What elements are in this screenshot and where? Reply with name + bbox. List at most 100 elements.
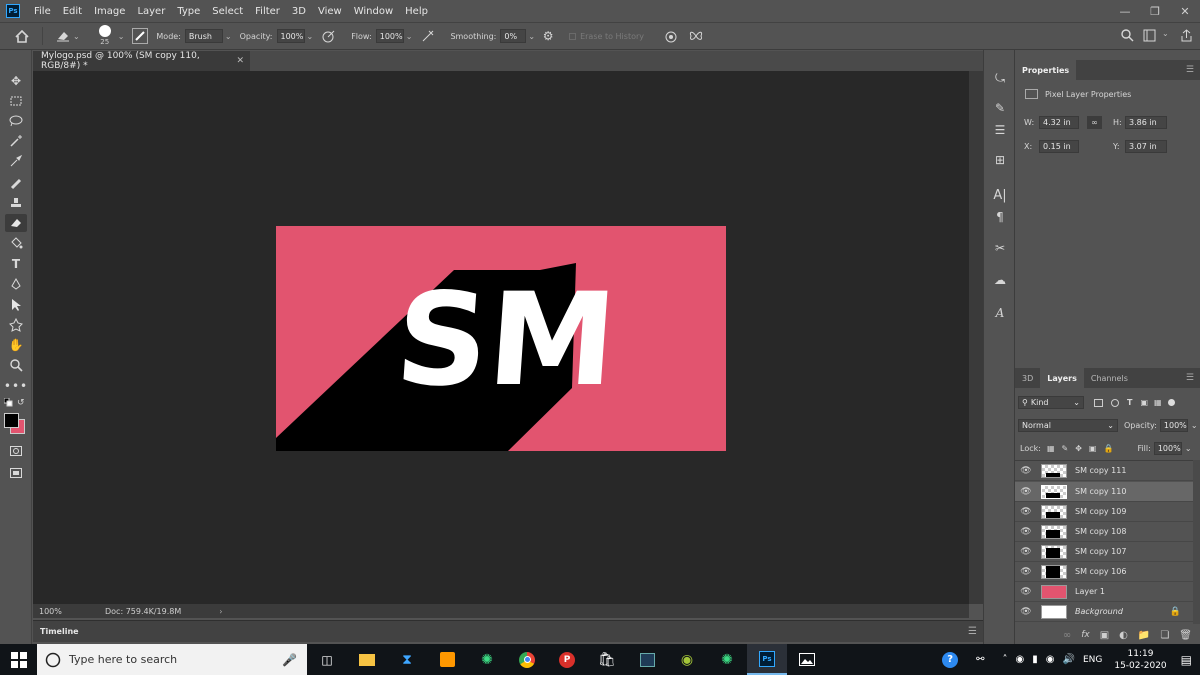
notifications-icon[interactable]: ▤ [1181,653,1192,667]
windows-start-icon[interactable] [0,644,37,675]
panel-menu-icon[interactable]: ☰ [968,626,977,637]
zoom-tool-icon[interactable] [5,356,27,374]
eye-icon[interactable]: 👁 [1015,487,1037,497]
chevron-down-icon[interactable]: ⌄ [225,32,232,41]
filter-toggle-icon[interactable] [1167,399,1175,406]
type-tool-icon[interactable]: T [5,255,27,273]
zoom-level[interactable]: 100% [39,607,103,616]
clone-stamp-tool-icon[interactable] [5,194,27,212]
layer-row[interactable]: 👁 SM copy 111 [1015,461,1193,481]
pressure-size-icon[interactable] [664,29,680,43]
quick-mask-icon[interactable] [5,442,27,460]
panel-menu-icon[interactable]: ☰ [1186,373,1194,383]
home-icon[interactable] [14,29,30,43]
menu-filter[interactable]: Filter [255,6,280,17]
sublime-text-icon[interactable] [427,644,467,675]
search-icon[interactable] [1121,29,1134,42]
battery-icon[interactable]: ▮ [1032,654,1038,665]
pressure-opacity-icon[interactable] [321,29,337,43]
wifi-icon[interactable]: ◉ [1046,654,1055,665]
healing-brush-tool-icon[interactable] [5,174,27,192]
menu-select[interactable]: Select [212,6,243,17]
eye-icon[interactable]: 👁 [1015,607,1037,617]
chevron-down-icon[interactable]: ⌄ [307,32,314,41]
eye-icon[interactable]: 👁 [1015,527,1037,537]
layer-row[interactable]: 👁 Layer 1 [1015,582,1193,602]
pen-tool-icon[interactable] [5,275,27,293]
hand-tool-icon[interactable]: ✋ [5,336,27,354]
chevron-up-icon[interactable]: ˄ [1003,654,1008,665]
chevron-down-icon[interactable]: ⌄ [406,32,413,41]
visual-studio-code-icon[interactable]: ⧗ [387,644,427,675]
lock-transparent-icon[interactable]: ▦ [1047,444,1055,453]
lock-image-icon[interactable]: ✎ [1062,444,1069,453]
eye-icon[interactable]: 👁 [1015,466,1037,476]
gear-icon[interactable]: ⚙ [541,29,555,43]
people-icon[interactable]: ⚯ [976,654,984,665]
chevron-down-icon[interactable]: ⌄ [118,32,125,41]
tab-3d[interactable]: 3D [1015,368,1040,388]
layer-row[interactable]: 👁 SM copy 108 [1015,522,1193,542]
eraser-tool-icon[interactable] [5,214,27,232]
android-icon[interactable]: ◉ [667,644,707,675]
new-layer-icon[interactable]: ❏ [1160,630,1169,641]
lasso-tool-icon[interactable] [5,112,27,130]
taskbar-search-box[interactable]: Type here to search 🎤 [37,644,307,675]
restore-icon[interactable]: ❐ [1140,0,1170,22]
height-field[interactable]: 3.86 in [1125,116,1167,129]
menu-image[interactable]: Image [94,6,125,17]
terminal-icon[interactable] [627,644,667,675]
menu-layer[interactable]: Layer [137,6,165,17]
eraser-tool-preset-icon[interactable] [55,30,71,42]
android-studio-2-icon[interactable]: ✺ [707,644,747,675]
layer-row[interactable]: 👁 SM copy 106 [1015,562,1193,582]
photoshop-taskbar-icon[interactable]: Ps [747,644,787,675]
screen-mode-icon[interactable] [5,464,27,482]
layer-row[interactable]: 👁 SM copy 107 [1015,542,1193,562]
android-studio-icon[interactable]: ✺ [467,644,507,675]
psiphon-icon[interactable]: P [547,644,587,675]
tab-layers[interactable]: Layers [1040,368,1084,388]
opacity-field[interactable]: 100% [276,29,305,43]
link-layers-icon[interactable]: ∞ [1063,630,1071,641]
timeline-label[interactable]: Timeline [40,627,79,636]
minimize-icon[interactable]: — [1110,0,1140,22]
chevron-down-icon[interactable]: ⌄ [1162,29,1169,38]
menu-file[interactable]: File [34,6,51,17]
history-icon[interactable]: ⤿ [989,68,1011,88]
tab-channels[interactable]: Channels [1084,368,1135,388]
adjustment-layer-icon[interactable]: ◐ [1119,630,1128,641]
symmetry-butterfly-icon[interactable] [688,30,704,42]
airbrush-icon[interactable] [420,29,436,43]
chevron-down-icon[interactable]: ⌄ [73,32,80,41]
filter-adjustment-icon[interactable] [1111,398,1119,407]
microsoft-store-icon[interactable]: 🛍 [587,644,627,675]
eye-icon[interactable]: 👁 [1015,507,1037,517]
clone-source-icon[interactable]: ⊞ [989,150,1011,170]
layer-filter-select[interactable]: ⚲ Kind ⌄ [1018,396,1084,409]
document-canvas[interactable]: SM [276,226,726,451]
lock-artboard-icon[interactable]: ▣ [1089,444,1097,453]
layer-row[interactable]: 👁 SM copy 110 [1015,482,1193,502]
record-icon[interactable]: ◉ [1016,654,1025,665]
erase-to-history-checkbox[interactable] [569,32,577,40]
panel-menu-icon[interactable]: ☰ [1186,65,1194,75]
menu-help[interactable]: Help [405,6,428,17]
width-field[interactable]: 4.32 in [1039,116,1079,129]
menu-edit[interactable]: Edit [63,6,82,17]
status-menu-arrow-icon[interactable]: › [219,607,222,616]
vertical-scrollbar[interactable] [969,71,983,604]
smoothing-field[interactable]: 0% [500,29,527,43]
workspace-icon[interactable] [1143,29,1156,42]
layer-row[interactable]: 👁 SM copy 109 [1015,502,1193,522]
default-colors-icon[interactable] [3,397,14,411]
lock-all-icon[interactable]: 🔒 [1103,444,1113,453]
menu-window[interactable]: Window [354,6,393,17]
language-indicator[interactable]: ENG [1083,655,1102,665]
task-view-icon[interactable]: ◫ [307,644,347,675]
filter-smart-object-icon[interactable]: ▦ [1154,398,1162,407]
add-mask-icon[interactable]: ▣ [1100,630,1109,641]
chevron-down-icon[interactable]: ⌄ [528,32,535,41]
filter-type-icon[interactable]: T [1127,398,1132,407]
blend-mode-select[interactable]: Normal ⌄ [1018,419,1118,432]
